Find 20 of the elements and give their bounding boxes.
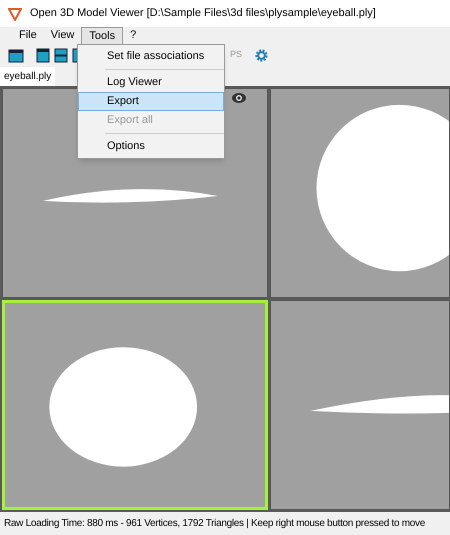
- fps-label: PS: [230, 48, 242, 62]
- menu-option[interactable]: Options: [78, 137, 224, 156]
- settings-icon[interactable]: [254, 48, 270, 62]
- window-title: Open 3D Model Viewer [D:\Sample Files\3d files\plysample\eyeball.ply]: [30, 6, 376, 22]
- eye-icon[interactable]: [231, 92, 247, 104]
- viewport[interactable]: [270, 88, 450, 298]
- folder-icon[interactable]: [8, 48, 24, 62]
- menu-item[interactable]: File: [12, 27, 44, 44]
- split-view-icon[interactable]: [54, 48, 68, 62]
- menu-item[interactable]: ?: [123, 27, 144, 44]
- menu-option[interactable]: Export: [78, 92, 224, 111]
- status-text: Raw Loading Time: 880 ms - 961 Vertices, 1792 Triangles | Keep right mouse button pressed to move: [4, 517, 425, 531]
- viewport[interactable]: [270, 300, 450, 510]
- file-tab[interactable]: eyeball.ply: [0, 67, 56, 86]
- single-view-icon[interactable]: [36, 48, 50, 62]
- menu-option[interactable]: Log Viewer: [78, 73, 224, 92]
- menu-option[interactable]: Set file associations: [78, 47, 224, 66]
- app-logo-icon: [8, 6, 22, 20]
- menu-item[interactable]: Tools: [81, 27, 124, 44]
- menu-item[interactable]: View: [44, 27, 82, 44]
